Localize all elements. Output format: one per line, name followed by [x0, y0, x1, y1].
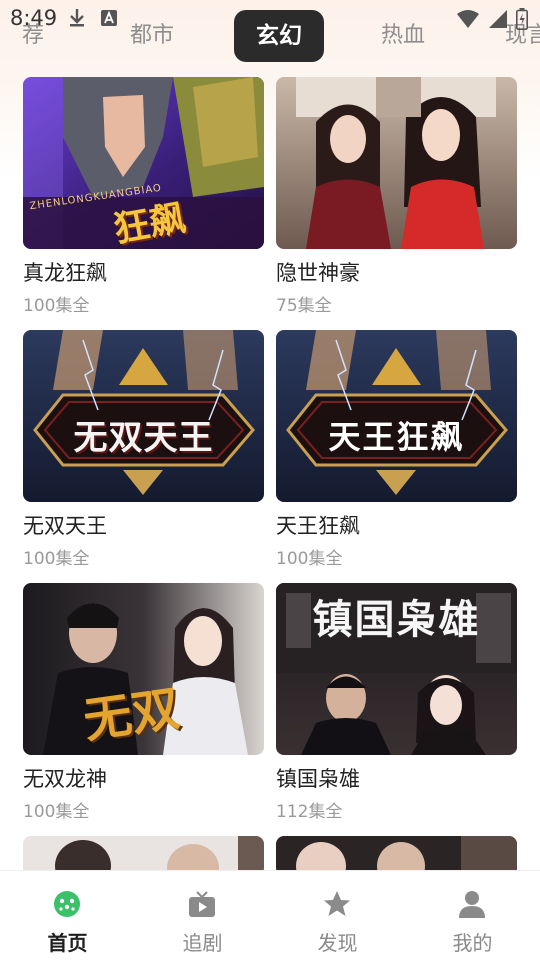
drama-card[interactable]: ZHENLONGKUANGBIAO 狂飙 真龙狂飙 100集全	[23, 77, 264, 316]
drama-title: 无双龙神	[23, 767, 107, 791]
drama-title: 镇国枭雄	[276, 767, 360, 791]
drama-episodes: 100集全	[23, 802, 90, 822]
drama-title: 隐世神豪	[276, 261, 360, 285]
nav-home[interactable]: 首页	[0, 871, 135, 960]
drama-title: 真龙狂飙	[23, 261, 107, 285]
tv-icon	[189, 891, 215, 917]
wifi-icon	[457, 10, 479, 28]
cover-title-art: 镇国枭雄	[312, 596, 481, 643]
nav-label: 我的	[452, 931, 493, 955]
nav-label: 首页	[47, 931, 88, 955]
home-icon	[54, 891, 80, 917]
cover-title-art: 无双天王	[73, 418, 214, 458]
drama-card[interactable]: 天王狂飙 天王狂飙 100集全	[276, 330, 517, 569]
drama-episodes: 112集全	[276, 802, 343, 822]
status-time: 8:49	[10, 6, 58, 30]
drama-card[interactable]: 镇国枭雄 镇国枭雄 112集全	[276, 583, 517, 822]
download-icon	[70, 9, 84, 27]
nav-follow[interactable]: 追剧	[135, 871, 270, 960]
drama-card[interactable]: 无双 无双龙神 100集全	[23, 583, 264, 822]
cover-title-art: 天王狂飙	[328, 418, 465, 456]
drama-cover[interactable]: 无双	[23, 583, 264, 755]
drama-title: 无双天王	[23, 514, 107, 538]
signal-icon	[489, 10, 507, 28]
drama-episodes: 100集全	[276, 549, 343, 569]
drama-cover[interactable]	[276, 77, 517, 249]
star-icon	[324, 891, 350, 916]
drama-card[interactable]: 隐世神豪 75集全	[276, 77, 517, 316]
drama-episodes: 100集全	[23, 296, 90, 316]
nav-label: 发现	[317, 931, 358, 955]
drama-episodes: 75集全	[276, 296, 332, 316]
drama-cover[interactable]: 天王狂飙	[276, 330, 517, 502]
nav-discover[interactable]: 发现	[270, 871, 405, 960]
drama-episodes: 100集全	[23, 549, 90, 569]
bottom-navigation: 首页 追剧 发现 我的	[0, 870, 540, 960]
nav-profile[interactable]: 我的	[405, 871, 540, 960]
drama-title: 天王狂飙	[276, 514, 360, 538]
battery-icon	[516, 8, 528, 30]
drama-cover[interactable]: 无双天王	[23, 330, 264, 502]
nav-label: 追剧	[182, 931, 223, 955]
drama-cover[interactable]: ZHENLONGKUANGBIAO 狂飙	[23, 77, 264, 249]
a-icon	[101, 10, 117, 26]
cover-title-art: 无双	[80, 680, 184, 750]
drama-cover[interactable]: 镇国枭雄	[276, 583, 517, 755]
user-icon	[459, 891, 485, 918]
status-bar: 8:49	[0, 0, 540, 36]
drama-card[interactable]: 无双天王 无双天王 100集全	[23, 330, 264, 569]
